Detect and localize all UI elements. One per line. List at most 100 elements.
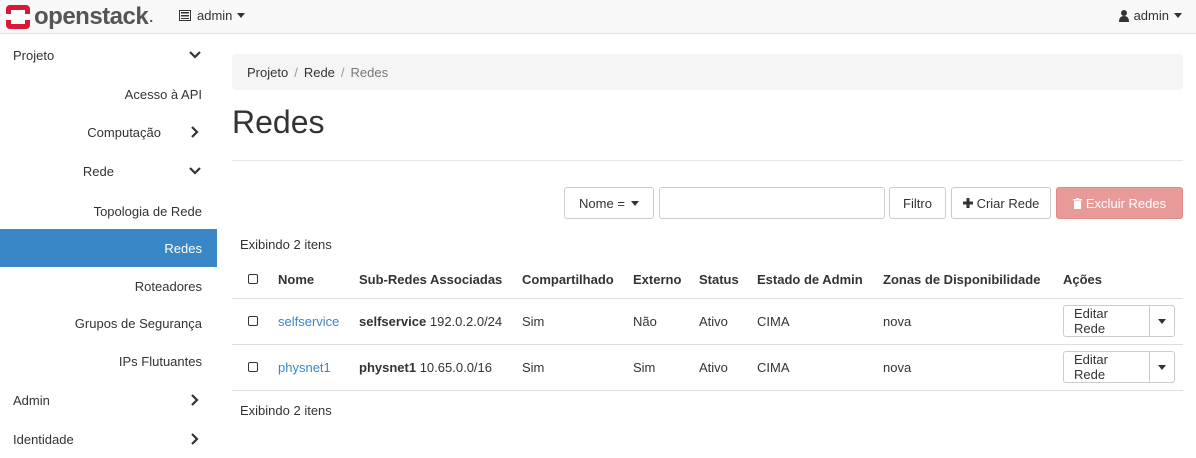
row-action-group: Editar Rede: [1063, 305, 1175, 337]
sidebar-item-label: Admin: [13, 392, 50, 408]
breadcrumb-item-current: Redes: [350, 64, 389, 80]
row-checkbox[interactable]: [248, 315, 258, 326]
server-icon: [179, 10, 191, 21]
title-divider: [232, 160, 1183, 161]
sidebar-item-grupos-seguranca[interactable]: Grupos de Segurança: [0, 304, 217, 342]
chevron-down-icon: [1158, 364, 1167, 370]
edit-network-button[interactable]: Editar Rede: [1064, 352, 1151, 382]
sidebar: Projeto Acesso à API Computação Rede Top…: [0, 34, 217, 448]
user-icon: [1118, 9, 1129, 22]
subnet-name: physnet1: [359, 359, 417, 375]
breadcrumb-item-projeto[interactable]: Projeto: [247, 65, 288, 80]
row-actions-dropdown[interactable]: [1150, 352, 1174, 382]
chevron-down-icon: [630, 200, 639, 206]
sidebar-item-label: Acesso à API: [124, 86, 202, 102]
sidebar-item-label: Projeto: [13, 47, 55, 63]
row-actions-dropdown[interactable]: [1150, 306, 1174, 336]
network-name-cell: selfservice: [270, 297, 351, 344]
network-name-cell: physnet1: [270, 343, 351, 391]
sidebar-item-acesso-api[interactable]: Acesso à API: [0, 75, 217, 113]
row-select-cell: [232, 343, 270, 391]
sidebar-item-roteadores[interactable]: Roteadores: [0, 267, 217, 305]
trash-icon: [1072, 197, 1082, 209]
filter-field-select[interactable]: Nome =: [564, 187, 654, 219]
column-header-subnets[interactable]: Sub-Redes Associadas: [351, 262, 514, 298]
chevron-right-icon: [191, 126, 199, 138]
select-all-cell: [232, 262, 270, 298]
sidebar-item-ips-flutuantes[interactable]: IPs Flutuantes: [0, 342, 217, 380]
chevron-down-icon: [1174, 13, 1182, 18]
networks-table: Nome Sub-Redes Associadas Compartilhado …: [232, 262, 1183, 391]
zones-cell: nova: [875, 343, 1055, 391]
column-header-admin-state[interactable]: Estado de Admin: [749, 262, 875, 298]
sidebar-item-computacao[interactable]: Computação: [0, 113, 217, 151]
column-header-actions: Ações: [1063, 272, 1103, 288]
sidebar-item-label: IPs Flutuantes: [118, 353, 202, 369]
row-select-cell: [232, 297, 270, 344]
sidebar-item-rede[interactable]: Rede: [0, 152, 217, 190]
user-menu-label: admin: [1133, 8, 1169, 23]
plus-icon: [962, 198, 973, 208]
sidebar-item-admin[interactable]: Admin: [0, 381, 217, 419]
table-row: physnet1 physnet1 10.65.0.0/16 Sim Sim A…: [232, 343, 1183, 391]
project-selector-label: admin: [197, 8, 233, 23]
column-header-external[interactable]: Externo: [625, 262, 691, 298]
sidebar-item-label: Redes: [164, 240, 202, 256]
sidebar-item-projeto[interactable]: Projeto: [0, 36, 217, 74]
admin-state-cell: CIMA: [749, 297, 875, 344]
chevron-right-icon: [191, 433, 199, 445]
sidebar-item-label: Topologia de Rede: [93, 203, 202, 219]
page-title: Redes: [232, 104, 325, 140]
logo-dot: .: [149, 9, 153, 25]
edit-network-button[interactable]: Editar Rede: [1064, 306, 1151, 336]
item-count-bottom: Exibindo 2 itens: [240, 403, 332, 418]
openstack-logo[interactable]: openstack .: [6, 4, 153, 30]
create-network-button[interactable]: Criar Rede: [951, 187, 1051, 219]
subnet-name: selfservice: [359, 313, 427, 329]
top-navbar: openstack . admin admin: [0, 0, 1196, 34]
user-menu[interactable]: admin: [1118, 8, 1182, 23]
column-header-shared[interactable]: Compartilhado: [514, 262, 625, 298]
logo-text: openstack: [34, 3, 149, 30]
admin-state-cell: CIMA: [749, 343, 875, 391]
sidebar-item-topologia[interactable]: Topologia de Rede: [0, 192, 217, 230]
row-action-group: Editar Rede: [1063, 351, 1175, 383]
column-header-name[interactable]: Nome: [270, 262, 351, 298]
shared-cell: Sim: [514, 297, 625, 344]
network-link[interactable]: selfservice: [278, 314, 339, 329]
chevron-right-icon: [191, 394, 199, 406]
row-actions: Editar Rede: [1063, 305, 1175, 337]
sidebar-item-label: Grupos de Segurança: [74, 315, 202, 331]
table-header-row: Nome Sub-Redes Associadas Compartilhado …: [232, 262, 1183, 298]
item-count-top: Exibindo 2 itens: [240, 237, 332, 252]
chevron-down-icon: [237, 13, 246, 18]
status-cell: Ativo: [691, 297, 749, 344]
network-link[interactable]: physnet1: [278, 360, 331, 375]
row-checkbox[interactable]: [248, 361, 258, 372]
breadcrumb-separator: /: [294, 64, 298, 80]
column-header-status[interactable]: Status: [691, 262, 749, 298]
sidebar-item-identidade[interactable]: Identidade: [0, 420, 217, 458]
filter-field-select-label: Nome =: [579, 195, 625, 211]
zones-cell: nova: [875, 297, 1055, 344]
project-selector[interactable]: admin: [179, 8, 246, 23]
external-cell: Sim: [625, 343, 691, 391]
subnets-cell: physnet1 10.65.0.0/16: [351, 343, 514, 391]
breadcrumb-item-rede[interactable]: Rede: [304, 65, 335, 80]
actions-cell: Editar Rede: [1055, 297, 1183, 344]
status-cell: Ativo: [691, 343, 749, 391]
delete-networks-button[interactable]: Excluir Redes: [1056, 187, 1183, 219]
column-header-zones[interactable]: Zonas de Disponibilidade: [875, 262, 1055, 298]
chevron-down-icon: [1158, 318, 1167, 324]
filter-input[interactable]: [659, 187, 885, 219]
filter-button[interactable]: Filtro: [889, 187, 946, 219]
sidebar-item-label: Identidade: [13, 431, 74, 447]
subnet-cidr: 10.65.0.0/16: [419, 359, 492, 375]
filter-button-label: Filtro: [903, 195, 932, 211]
sidebar-item-redes[interactable]: Redes: [0, 229, 217, 267]
breadcrumb-separator: /: [340, 64, 345, 80]
external-cell: Não: [625, 297, 691, 344]
chevron-down-icon: [189, 51, 201, 59]
sidebar-item-label: Computação: [87, 124, 161, 140]
select-all-checkbox[interactable]: [248, 274, 258, 285]
